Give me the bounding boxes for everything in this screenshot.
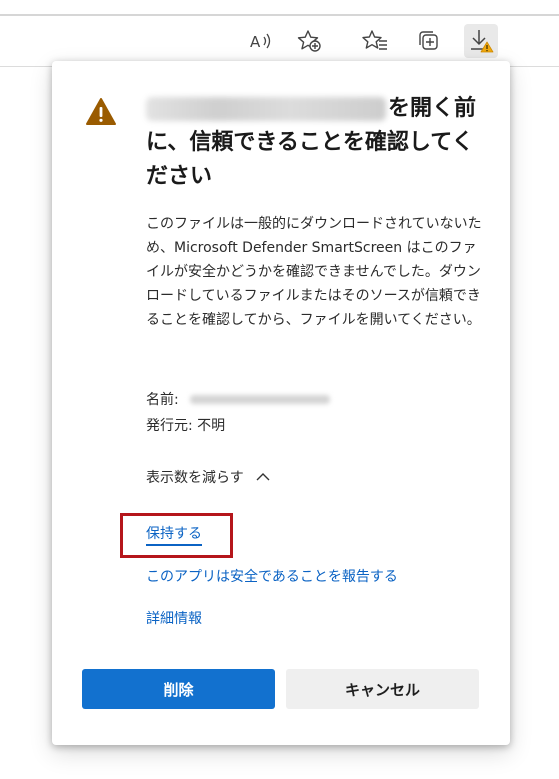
- show-less-label: 表示数を減らす: [146, 470, 244, 486]
- keep-highlight-box: [120, 513, 233, 558]
- name-value-redacted: [190, 395, 330, 404]
- more-info-link[interactable]: 詳細情報: [146, 608, 202, 628]
- collections-icon: [419, 31, 438, 50]
- warning-icon: [86, 98, 116, 125]
- cancel-button[interactable]: キャンセル: [286, 669, 479, 709]
- favorites-icon: [362, 30, 387, 50]
- browser-toolbar: A: [0, 14, 559, 67]
- read-aloud-icon: A: [250, 33, 271, 51]
- downloads-warning-icon: [471, 30, 494, 53]
- delete-button[interactable]: 削除: [82, 669, 275, 709]
- downloads-button[interactable]: [464, 24, 498, 58]
- favorites-button[interactable]: [358, 24, 392, 58]
- read-aloud-button[interactable]: A: [244, 24, 278, 58]
- publisher-row: 発行元: 不明: [146, 416, 225, 436]
- name-label: 名前:: [146, 392, 179, 408]
- publisher-label: 発行元:: [146, 418, 193, 434]
- chevron-up-icon: [256, 473, 270, 481]
- report-safe-link[interactable]: このアプリは安全であることを報告する: [146, 566, 398, 586]
- publisher-value: 不明: [197, 418, 226, 434]
- collections-button[interactable]: [412, 24, 446, 58]
- add-favorite-icon: [297, 30, 321, 52]
- add-favorite-button[interactable]: [293, 24, 327, 58]
- dialog-title: を開く前に、信頼できることを確認してください: [146, 96, 477, 189]
- svg-text:A: A: [250, 33, 261, 51]
- name-row: 名前:: [146, 390, 330, 410]
- show-less-toggle[interactable]: 表示数を減らす: [146, 467, 270, 487]
- dialog-description: このファイルは一般的にダウンロードされていないため、Microsoft Defe…: [146, 216, 482, 328]
